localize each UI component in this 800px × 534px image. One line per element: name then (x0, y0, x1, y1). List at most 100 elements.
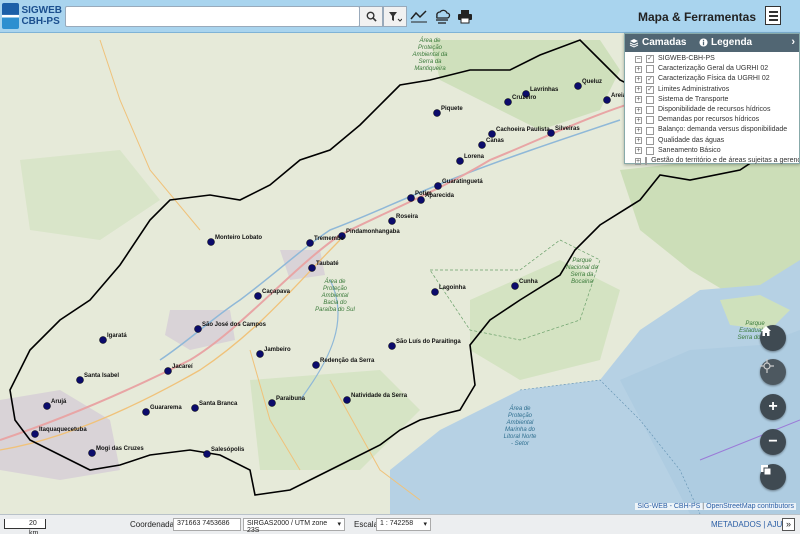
crs-select[interactable]: SIRGAS2000 / UTM zone 23S ▾ (243, 518, 345, 534)
city-point[interactable] (256, 350, 264, 358)
city-point[interactable] (31, 430, 39, 438)
layer-checkbox[interactable] (646, 116, 654, 125)
city-point[interactable] (603, 96, 611, 104)
layer-checkbox[interactable] (646, 136, 654, 145)
city-point[interactable] (434, 182, 442, 190)
city-point[interactable] (76, 376, 84, 384)
city-point[interactable] (203, 450, 211, 458)
city-label: Monteiro Lobato (215, 235, 262, 241)
zoom-out-button[interactable]: − (760, 429, 786, 455)
filter-dropdown-button[interactable] (383, 6, 407, 27)
layer-item[interactable]: + Saneamento Básico (635, 146, 799, 156)
city-point[interactable] (456, 157, 464, 165)
layers-tool-button[interactable] (431, 6, 453, 26)
layer-checkbox[interactable] (645, 157, 648, 166)
layer-item[interactable]: + Caracterização Geral da UGRHI 02 (635, 64, 799, 74)
basemap-button[interactable] (760, 464, 786, 490)
layer-item[interactable]: + ✓ Limites Administrativos (635, 85, 799, 95)
layer-checkbox[interactable] (646, 95, 654, 104)
root-checkbox[interactable]: ✓ (646, 55, 654, 64)
expand-icon[interactable]: + (635, 116, 642, 124)
expand-icon[interactable]: + (635, 157, 642, 165)
home-button[interactable] (760, 325, 786, 351)
city-point[interactable] (306, 239, 314, 247)
measure-tool-button[interactable] (408, 6, 430, 26)
layer-checkbox[interactable] (646, 126, 654, 135)
measure-line-icon (410, 10, 427, 23)
city-point[interactable] (547, 129, 555, 137)
expand-icon[interactable]: + (635, 127, 642, 135)
zoom-in-button[interactable]: + (760, 394, 786, 420)
coords-field[interactable]: 371663 7453686 (173, 518, 241, 531)
expand-button[interactable]: » (782, 518, 795, 531)
scale-select[interactable]: 1 : 742258 ▾ (376, 518, 431, 531)
attribution-left[interactable]: SIG-WEB - CBH-PS (637, 503, 700, 510)
expand-icon[interactable]: + (635, 147, 642, 155)
layer-item[interactable]: + Balanço: demanda versus disponibilidade (635, 125, 799, 135)
city-label: Taubaté (316, 261, 339, 267)
locate-button[interactable] (760, 359, 786, 385)
top-toolbar: SIGWEB CBH-PS Mapa & Ferramentas (0, 0, 800, 33)
attribution-right[interactable]: OpenStreetMap contributors (706, 503, 794, 510)
search-button[interactable] (359, 6, 383, 27)
city-point[interactable] (254, 292, 262, 300)
city-point[interactable] (407, 194, 415, 202)
layer-item[interactable]: + ✓ Caracterização Física da UGRHI 02 (635, 74, 799, 84)
layer-checkbox[interactable] (646, 65, 654, 74)
city-point[interactable] (88, 449, 96, 457)
city-point[interactable] (194, 325, 202, 333)
city-point[interactable] (207, 238, 215, 246)
city-label: Redenção da Serra (320, 358, 375, 364)
city-point[interactable] (343, 396, 351, 404)
print-button[interactable] (454, 6, 476, 26)
collapse-panel-chevron-icon[interactable]: › (791, 36, 795, 48)
layer-checkbox[interactable] (646, 106, 654, 115)
expand-icon[interactable]: + (635, 137, 642, 145)
layer-item[interactable]: + Disponibilidade de recursos hídricos (635, 105, 799, 115)
tab-layers[interactable]: Camadas (629, 37, 686, 48)
expand-icon[interactable]: + (635, 65, 642, 73)
logo-line1: SIGWEB (21, 5, 62, 16)
city-point[interactable] (191, 404, 199, 412)
expand-icon[interactable]: + (635, 86, 642, 94)
layer-checkbox[interactable]: ✓ (646, 75, 654, 84)
city-point[interactable] (431, 288, 439, 296)
city-point[interactable] (43, 402, 51, 410)
layer-label: Demandas por recursos hídricos (658, 116, 760, 124)
logo[interactable]: SIGWEB CBH-PS (0, 0, 62, 33)
city-point[interactable] (164, 367, 172, 375)
expand-icon[interactable]: + (635, 76, 642, 83)
layer-item[interactable]: + Demandas por recursos hídricos (635, 115, 799, 125)
city-label: Igaratá (107, 333, 127, 339)
search-input[interactable] (65, 6, 360, 27)
city-point[interactable] (417, 196, 425, 204)
info-icon (699, 38, 708, 47)
city-point[interactable] (308, 264, 316, 272)
layer-item[interactable]: + Gestão do território e de áreas sujeita… (635, 156, 799, 166)
city-point[interactable] (504, 98, 512, 106)
city-point[interactable] (574, 82, 582, 90)
tab-legend[interactable]: Legenda (699, 37, 752, 48)
layer-checkbox[interactable] (646, 146, 654, 155)
layer-tree-root[interactable]: − ✓ SIGWEB-CBH-PS (635, 54, 799, 64)
expand-icon[interactable]: + (635, 96, 642, 104)
app-window: SIGWEB CBH-PS Mapa & Ferramentas Queluz … (0, 0, 800, 534)
city-point[interactable] (142, 408, 150, 416)
layer-item[interactable]: + Sistema de Transporte (635, 95, 799, 105)
city-label: Jambeiro (264, 347, 291, 353)
city-point[interactable] (388, 342, 396, 350)
layer-checkbox[interactable]: ✓ (646, 85, 654, 94)
city-point[interactable] (268, 399, 276, 407)
layer-item[interactable]: + Qualidade das águas (635, 136, 799, 146)
city-point[interactable] (511, 282, 519, 290)
city-point[interactable] (99, 336, 107, 344)
city-point[interactable] (433, 109, 441, 117)
expand-icon[interactable]: + (635, 106, 642, 114)
city-point[interactable] (478, 141, 486, 149)
city-label: Itaquaquecetuba (39, 427, 87, 433)
city-point[interactable] (388, 217, 396, 225)
city-point[interactable] (488, 130, 496, 138)
collapse-icon[interactable]: − (635, 55, 642, 63)
hamburger-menu-button[interactable] (765, 6, 781, 25)
city-point[interactable] (312, 361, 320, 369)
